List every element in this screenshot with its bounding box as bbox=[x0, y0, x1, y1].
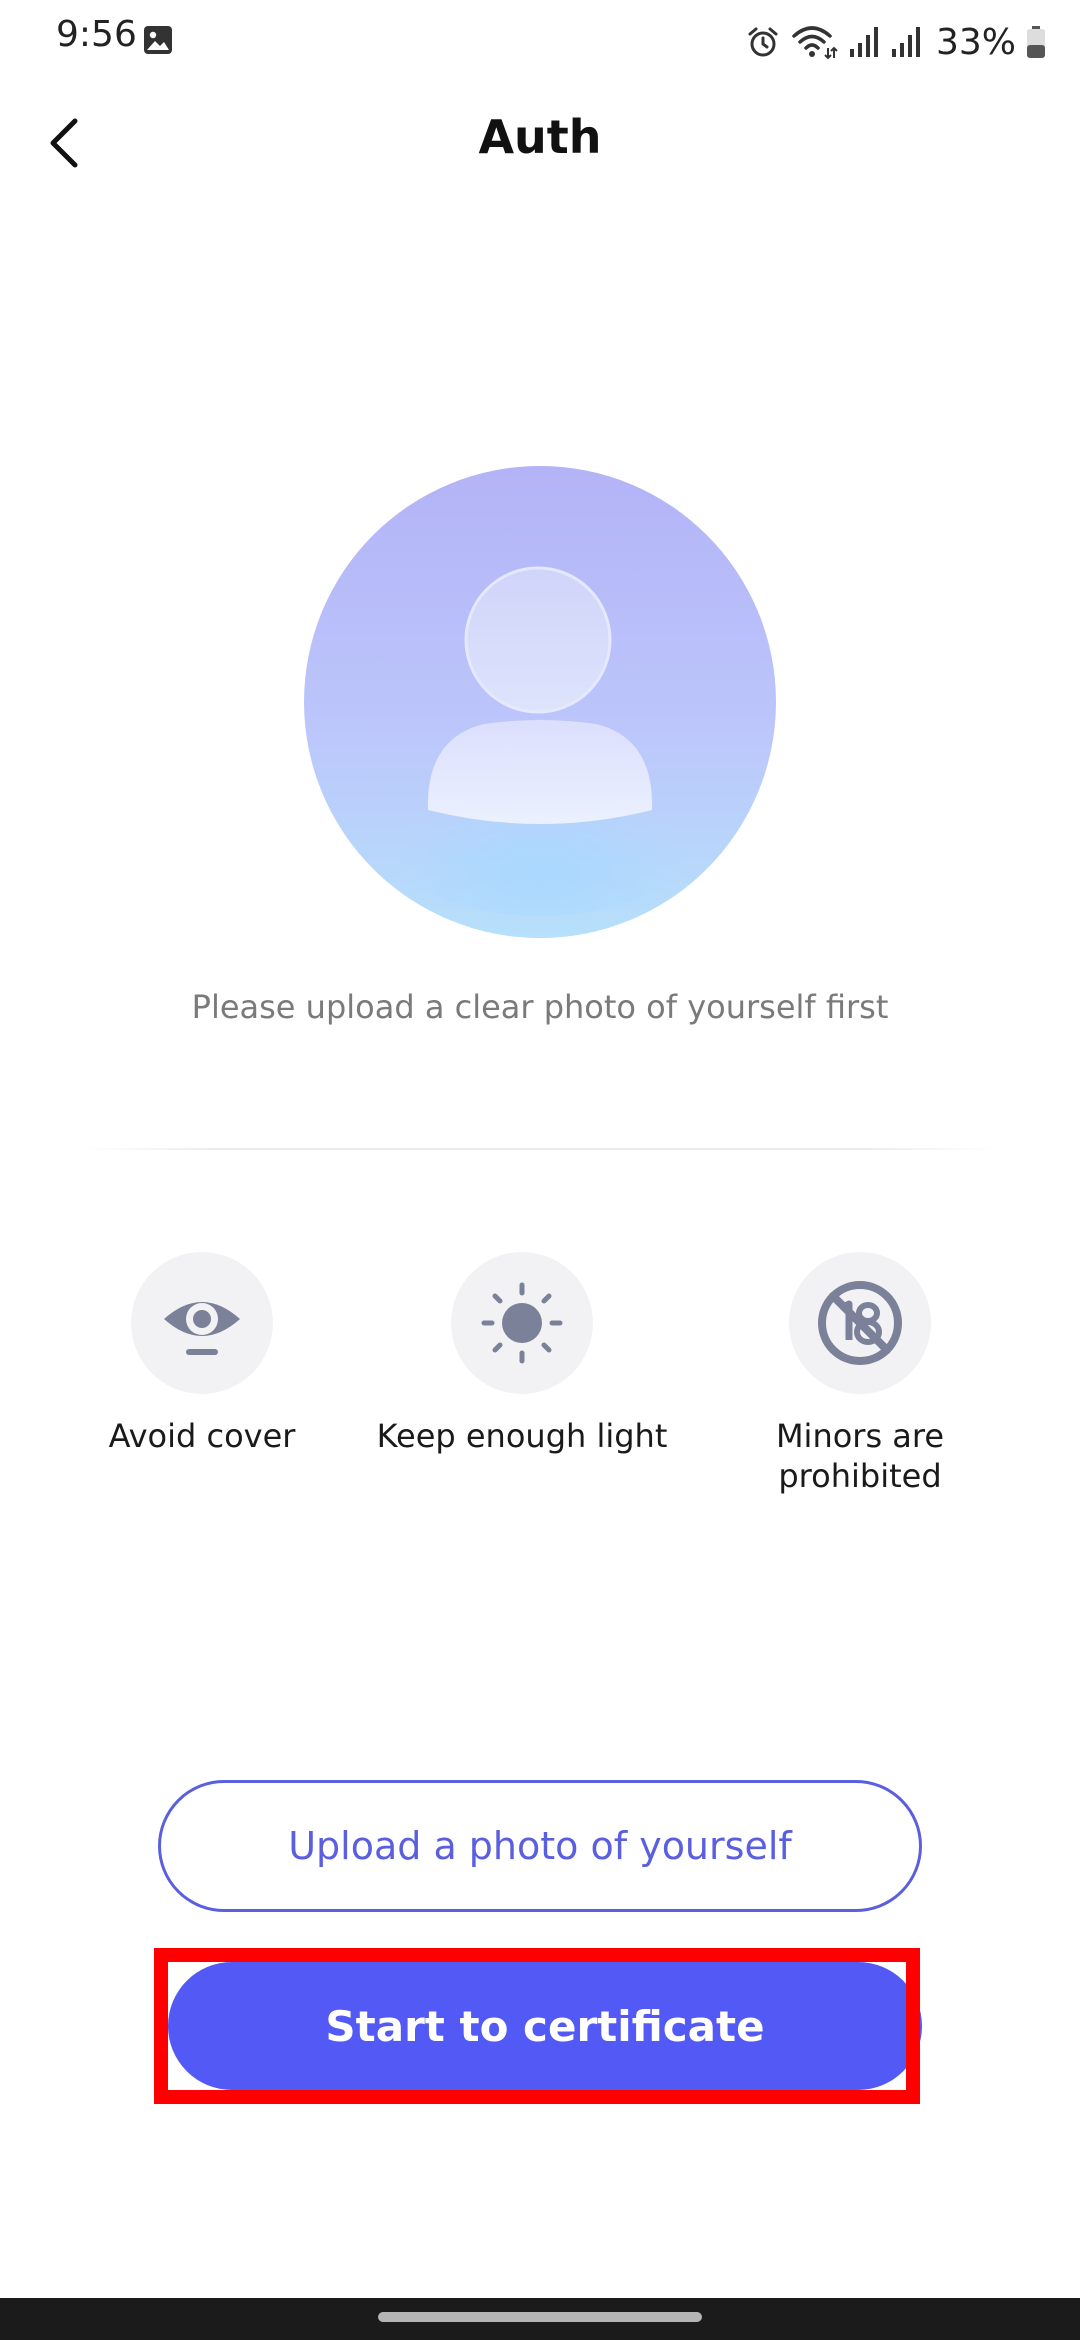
tip-keep-light: Keep enough light bbox=[372, 1252, 672, 1456]
navigation-bar bbox=[0, 2298, 1080, 2340]
status-time: 9:56 bbox=[56, 14, 137, 55]
wifi-icon bbox=[792, 26, 838, 60]
instruction-text: Please upload a clear photo of yourself … bbox=[191, 988, 889, 1026]
avatar-placeholder-icon bbox=[304, 466, 776, 938]
status-icons: 33% bbox=[746, 14, 1046, 70]
status-bar: 9:56 33% bbox=[0, 0, 1080, 84]
signal-icon-2 bbox=[891, 27, 920, 57]
app-header: Auth bbox=[0, 96, 1080, 184]
tip-avoid-cover: Avoid cover bbox=[52, 1252, 352, 1456]
gallery-icon bbox=[144, 26, 172, 54]
sun-icon bbox=[481, 1282, 563, 1364]
alarm-icon bbox=[748, 27, 778, 57]
start-certificate-button[interactable]: Start to certificate bbox=[168, 1962, 922, 2090]
battery-percent: 33% bbox=[935, 21, 1016, 63]
upload-photo-button[interactable]: Upload a photo of yourself bbox=[158, 1780, 922, 1912]
no-18-icon bbox=[818, 1281, 902, 1365]
tip-icon-circle bbox=[131, 1252, 273, 1394]
page-title: Auth bbox=[478, 110, 602, 164]
tip-icon-circle bbox=[789, 1252, 931, 1394]
auth-screen: 9:56 33% Auth Please upload a clear phot… bbox=[0, 0, 1080, 2340]
tip-label: Keep enough light bbox=[376, 1417, 668, 1455]
tip-label: Avoid cover bbox=[108, 1417, 296, 1455]
home-indicator[interactable] bbox=[378, 2312, 702, 2322]
tip-label: Minors are prohibited bbox=[775, 1417, 945, 1495]
tip-icon-circle bbox=[451, 1252, 593, 1394]
signal-icon-1 bbox=[849, 27, 878, 57]
eye-icon bbox=[164, 1302, 240, 1355]
divider bbox=[80, 1148, 1000, 1150]
battery-icon bbox=[1027, 26, 1045, 58]
tip-minors-prohibited: Minors are prohibited bbox=[710, 1252, 1010, 1496]
